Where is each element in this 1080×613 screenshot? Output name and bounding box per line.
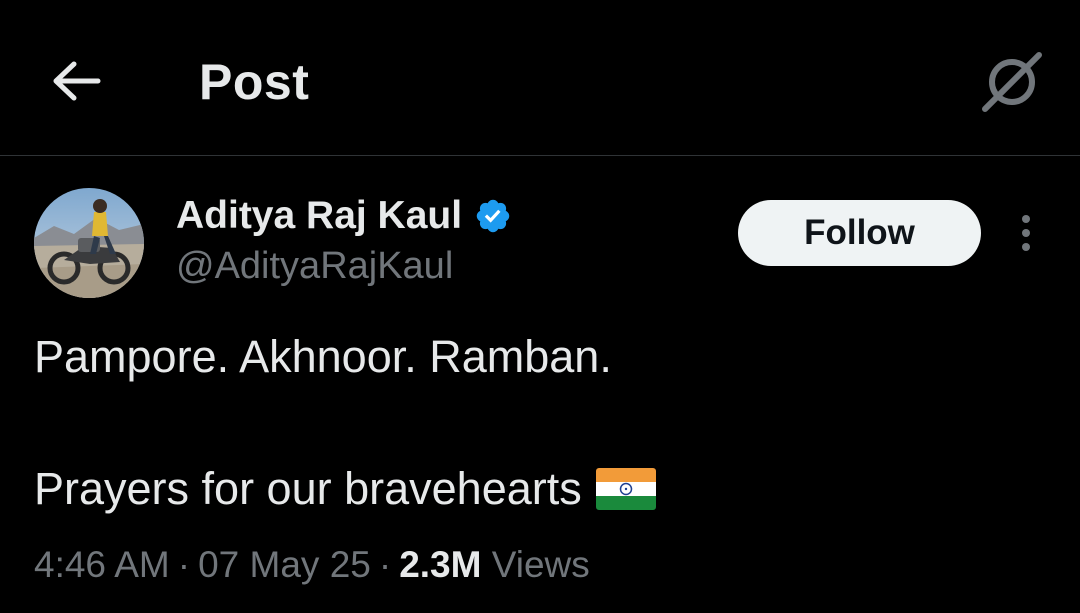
more-options-button[interactable] xyxy=(1004,208,1048,258)
back-button[interactable] xyxy=(44,48,110,114)
more-vertical-icon xyxy=(1022,215,1030,251)
tweet-date: 07 May 25 xyxy=(198,544,371,585)
tweet-text-line-2-text: Prayers for our bravehearts xyxy=(34,463,582,514)
arrow-left-icon xyxy=(53,61,101,101)
author-name-text: Aditya Raj Kaul xyxy=(176,194,463,237)
page-title: Post xyxy=(199,54,310,110)
grok-button[interactable] xyxy=(974,44,1050,120)
avatar-photo xyxy=(34,188,144,298)
india-flag-emoji xyxy=(595,468,656,510)
tweet-meta: 4:46 AM · 07 May 25 · 2.3M Views xyxy=(34,542,590,588)
meta-separator: · xyxy=(378,544,392,585)
author-handle[interactable]: @AdityaRajKaul xyxy=(176,243,453,289)
tweet-time: 4:46 AM xyxy=(34,544,170,585)
grok-icon xyxy=(982,52,1042,112)
views-label[interactable]: Views xyxy=(492,544,590,585)
author-name[interactable]: Aditya Raj Kaul xyxy=(176,193,512,239)
views-count[interactable]: 2.3M xyxy=(399,544,481,585)
tweet-text-line-2: Prayers for our bravehearts xyxy=(34,462,656,516)
author-avatar[interactable] xyxy=(34,188,144,298)
verified-badge-icon xyxy=(476,199,510,233)
follow-button[interactable]: Follow xyxy=(738,200,981,266)
meta-separator: · xyxy=(177,544,191,585)
top-bar: Post xyxy=(0,0,1080,156)
tweet-text-line-1: Pampore. Akhnoor. Ramban. xyxy=(34,331,612,382)
